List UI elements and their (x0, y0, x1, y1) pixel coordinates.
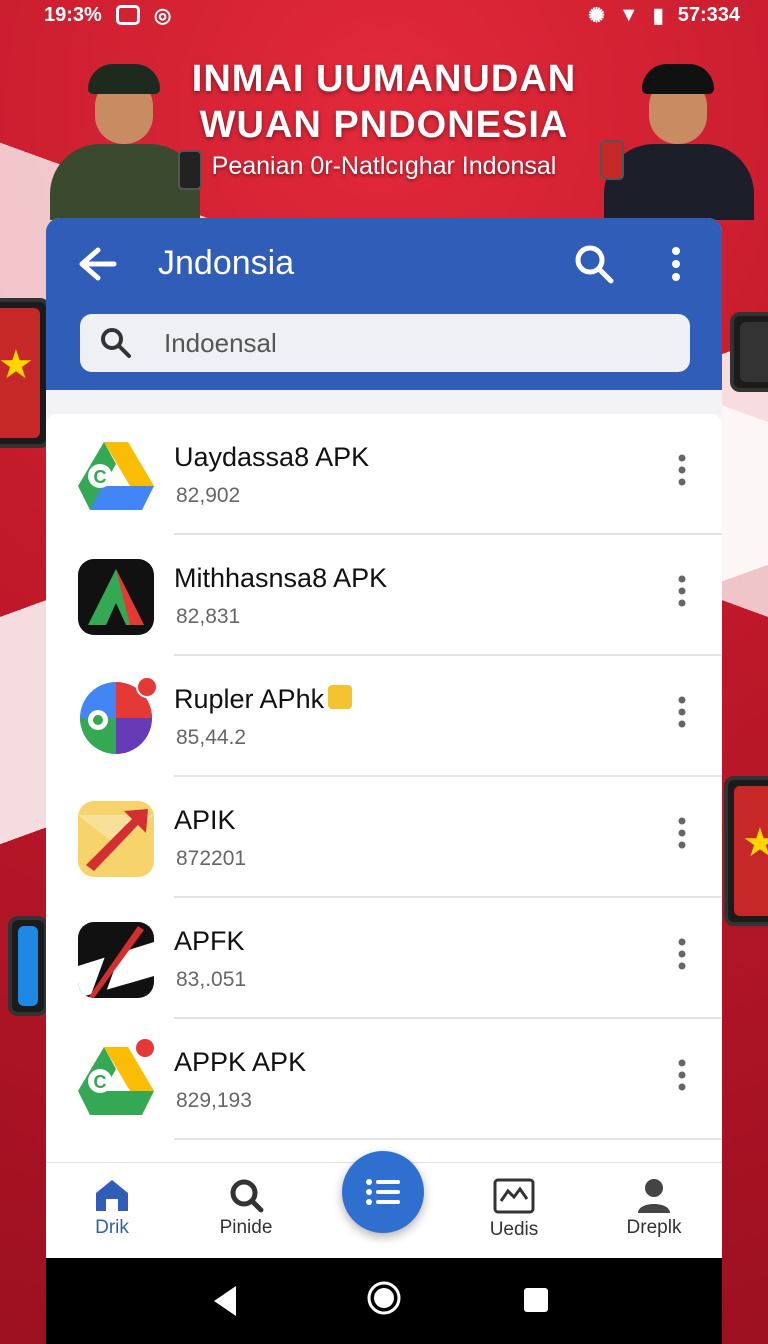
notification-icon (115, 5, 140, 25)
app-name: APIK (174, 805, 236, 835)
bottom-nav: Drik Pinide Uedis Dreplk (46, 1151, 722, 1258)
settings-icon: ✺ (588, 4, 605, 27)
phone-decoration (730, 312, 768, 392)
search-icon (230, 1179, 264, 1213)
nav-label-home: Drik (95, 1217, 129, 1238)
search-icon[interactable] (572, 242, 616, 286)
status-time-left: 19:3% (44, 3, 102, 26)
envelope-arrow-icon (78, 801, 154, 877)
app-meta: 829,193 (176, 1089, 252, 1112)
nav-item-home[interactable]: Drik (52, 1171, 172, 1251)
nav-item-updates[interactable]: Uedis (454, 1171, 574, 1251)
more-vert-icon[interactable] (658, 244, 694, 284)
updates-icon (493, 1178, 535, 1214)
phone-decoration: ★ (724, 776, 768, 926)
lock-badge-icon (328, 684, 353, 709)
app-name: Mithhasnsa8 APK (174, 563, 388, 593)
app-meta: 872201 (176, 847, 247, 870)
app-bar: Jndonsia (46, 218, 722, 390)
app-name: APPK APK (174, 1047, 307, 1077)
target-icon: ◎ (153, 4, 172, 27)
more-vert-icon[interactable] (670, 934, 694, 974)
nav-item-search[interactable]: Pinide (186, 1171, 306, 1251)
wifi-icon: ▼ (618, 3, 639, 26)
drive-style-icon: C (78, 1037, 156, 1119)
signal-icon: ▮ (652, 4, 664, 27)
nav-label-updates: Uedis (489, 1219, 539, 1240)
more-vert-icon[interactable] (670, 450, 694, 490)
hero-banner: INMAI UUMANUDAN WUAN PNDONESIA Peanian 0… (0, 40, 768, 220)
more-vert-icon[interactable] (670, 813, 694, 853)
search-field[interactable] (80, 314, 690, 372)
hero-headline-line2: WUAN PNDONESIA (199, 104, 569, 146)
app-meta: 82,831 (176, 605, 241, 628)
app-name: Uaydassa8 APK (174, 442, 370, 472)
slash-logo-icon (78, 922, 154, 998)
app-name: APFK (174, 926, 245, 956)
profile-icon (638, 1179, 670, 1213)
list-item[interactable]: APFK 83,.051 (46, 898, 722, 1019)
back-nav-icon[interactable] (212, 1284, 240, 1318)
more-vert-icon[interactable] (670, 692, 694, 732)
svg-text:C: C (94, 467, 107, 487)
list-fab-button[interactable] (342, 1151, 424, 1233)
notification-badge (134, 1037, 156, 1059)
status-bar: 19:3% ◎ ✺ ▼ ▮ 57:334 (0, 0, 768, 30)
page-title: Jndonsia (158, 244, 295, 282)
svg-text:C: C (94, 1072, 107, 1092)
home-nav-icon[interactable] (366, 1280, 402, 1316)
more-vert-icon[interactable] (670, 571, 694, 611)
more-vert-icon[interactable] (670, 1055, 694, 1095)
back-icon[interactable] (76, 244, 120, 284)
status-time-right: 57:334 (677, 3, 740, 26)
app-meta: 82,902 (176, 484, 241, 507)
nav-item-profile[interactable]: Dreplk (594, 1171, 714, 1251)
recents-nav-icon[interactable] (522, 1286, 550, 1314)
phone-decoration (8, 916, 48, 1016)
phone-decoration: ★ (0, 298, 50, 448)
hero-headline-line1: INMAI UUMANUDAN (191, 58, 577, 100)
app-list: C Uaydassa8 APK 82,902 Mithhasnsa8 APK 8… (46, 414, 722, 1174)
drive-style-icon: C (78, 438, 154, 514)
notification-badge (136, 676, 158, 698)
nav-label-search: Pinide (219, 1217, 273, 1238)
divider (174, 1138, 722, 1140)
home-icon (96, 1180, 128, 1211)
app-meta: 83,.051 (176, 968, 247, 991)
maps-style-icon (78, 676, 158, 756)
search-field-icon (101, 328, 131, 358)
app-panel: Jndonsia C (46, 218, 722, 1258)
nav-label-profile: Dreplk (626, 1217, 682, 1238)
list-item[interactable]: C APPK APK 829,193 (46, 1019, 722, 1140)
triangle-logo-icon (78, 559, 154, 635)
search-input[interactable] (164, 327, 644, 359)
list-item[interactable]: APIK 872201 (46, 777, 722, 898)
list-item[interactable]: Mithhasnsa8 APK 82,831 (46, 535, 722, 656)
list-icon (366, 1179, 400, 1205)
app-name: Rupler APhk (174, 684, 353, 715)
hero-subtitle: Peanian 0r-Natlcıghar Indonsal (211, 152, 557, 180)
list-item[interactable]: Rupler APhk 85,44.2 (46, 656, 722, 777)
list-item[interactable]: C Uaydassa8 APK 82,902 (46, 414, 722, 535)
app-meta: 85,44.2 (176, 726, 247, 749)
system-nav-bar (46, 1258, 722, 1344)
